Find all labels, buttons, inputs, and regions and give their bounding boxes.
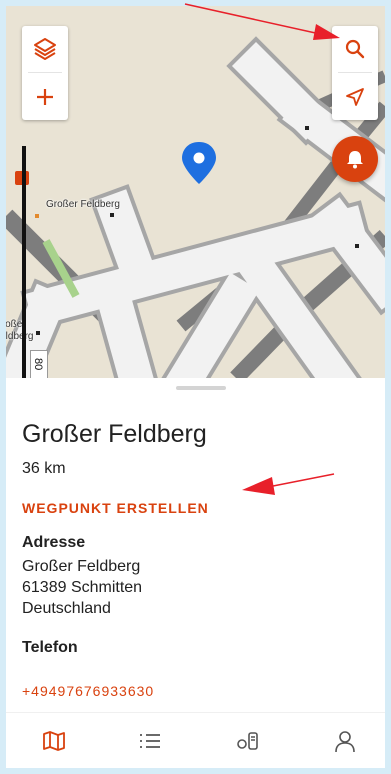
map-icon [43, 731, 65, 751]
address-line-3: Deutschland [22, 600, 111, 617]
control-divider [338, 72, 372, 73]
nav-devices[interactable] [230, 723, 266, 759]
location-pin-icon[interactable] [182, 142, 216, 184]
control-divider [28, 72, 62, 73]
search-icon [345, 39, 365, 59]
map-scale-bar [22, 146, 26, 378]
address-line-2: 61389 Schmitten [22, 579, 143, 596]
plus-icon [37, 89, 53, 105]
watch-device-icon [237, 732, 258, 750]
search-button[interactable] [332, 26, 378, 72]
layers-button[interactable] [22, 26, 68, 72]
alarm-button[interactable] [332, 136, 378, 182]
locate-button[interactable] [332, 74, 378, 120]
map-scale-text: 80 [32, 358, 44, 371]
list-icon [140, 734, 160, 748]
bottom-navigation [6, 712, 385, 768]
nav-profile[interactable] [327, 723, 363, 759]
map-controls-right [332, 26, 378, 120]
layers-icon [34, 38, 56, 60]
address-line-1: Großer Feldberg [22, 558, 141, 575]
create-waypoint-button[interactable]: WEGPUNKT ERSTELLEN [22, 500, 209, 516]
phone-link[interactable]: +49497676933630 [22, 683, 154, 699]
nav-list[interactable] [132, 723, 168, 759]
map-view[interactable]: Großer Feldberg Großer Feldberg 80 [6, 6, 385, 378]
place-title: Großer Feldberg [22, 420, 207, 448]
navigation-arrow-icon [346, 88, 364, 106]
phone-label: Telefon [22, 639, 78, 656]
address-label: Adresse [22, 534, 86, 551]
sheet-drag-handle[interactable] [176, 386, 226, 390]
app-screen: Großer Feldberg Großer Feldberg 80 [6, 6, 385, 768]
map-controls-left [22, 26, 68, 120]
profile-icon [335, 731, 355, 753]
zoom-in-button[interactable] [22, 74, 68, 120]
map-label-left: Großer Feldberg [6, 319, 34, 342]
place-distance: 36 km [22, 460, 66, 477]
bell-icon [347, 151, 363, 169]
nav-map[interactable] [36, 723, 72, 759]
map-label-peak: Großer Feldberg [46, 199, 120, 210]
